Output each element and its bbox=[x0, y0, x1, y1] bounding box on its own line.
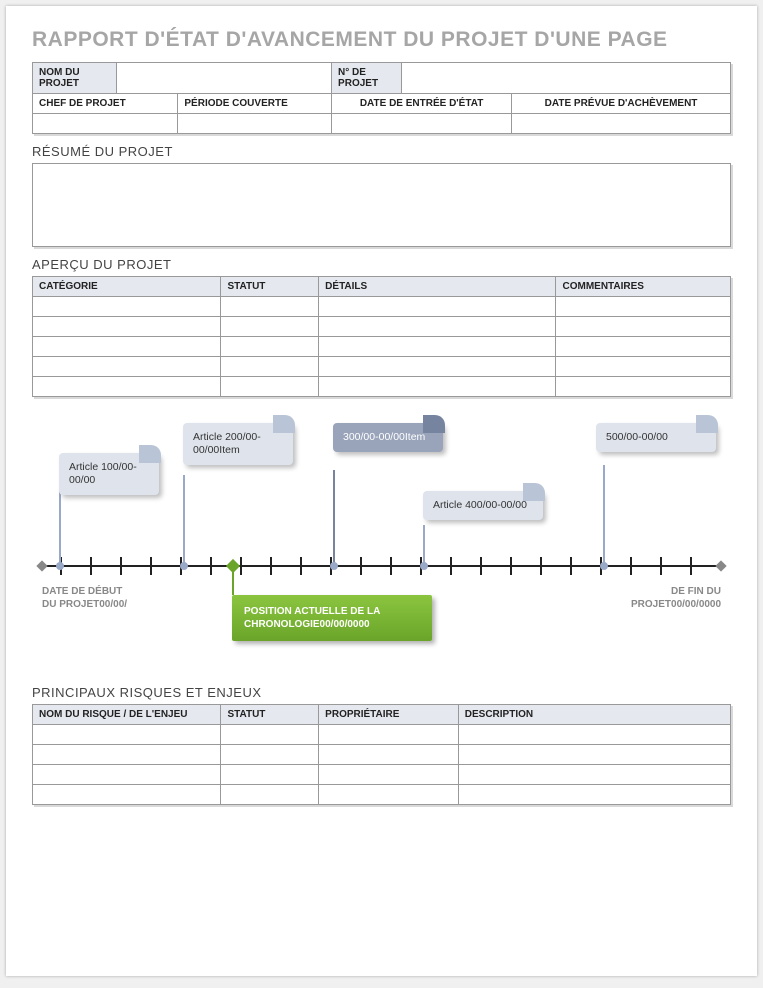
timeline-tick bbox=[240, 557, 242, 575]
overview-header-details: DÉTAILS bbox=[319, 277, 556, 297]
callout-corner-icon bbox=[139, 445, 161, 463]
project-header-table: NOM DU PROJET N° DE PROJET CHEF DE PROJE… bbox=[32, 62, 731, 134]
timeline-tick bbox=[510, 557, 512, 575]
timeline-item-label: 300/00-00/00Item bbox=[343, 431, 425, 443]
period-label: PÉRIODE COUVERTE bbox=[178, 94, 332, 114]
timeline-start-label: DATE DE DÉBUT DU PROJET00/00/ bbox=[42, 585, 132, 611]
timeline-tick bbox=[300, 557, 302, 575]
timeline-dot bbox=[420, 562, 428, 570]
table-row[interactable] bbox=[33, 317, 731, 337]
overview-header-status: STATUT bbox=[221, 277, 319, 297]
risks-header-status: STATUT bbox=[221, 705, 319, 725]
completion-date-value[interactable] bbox=[512, 114, 731, 134]
project-no-value[interactable] bbox=[401, 63, 730, 94]
page-title: RAPPORT D'ÉTAT D'AVANCEMENT DU PROJET D'… bbox=[32, 28, 731, 52]
manager-value[interactable] bbox=[33, 114, 178, 134]
overview-table: CATÉGORIE STATUT DÉTAILS COMMENTAIRES bbox=[32, 276, 731, 397]
timeline-stem bbox=[59, 490, 61, 565]
timeline-tick bbox=[540, 557, 542, 575]
overview-title: APERÇU DU PROJET bbox=[32, 257, 731, 272]
timeline-dot bbox=[330, 562, 338, 570]
timeline-item: Article 400/00-00/00 bbox=[423, 491, 543, 520]
document-page: RAPPORT D'ÉTAT D'AVANCEMENT DU PROJET D'… bbox=[6, 6, 757, 976]
timeline-position-callout: POSITION ACTUELLE DE LA CHRONOLOGIE00/00… bbox=[232, 595, 432, 641]
timeline-tick bbox=[90, 557, 92, 575]
table-row[interactable] bbox=[33, 765, 731, 785]
risks-header-owner: PROPRIÉTAIRE bbox=[319, 705, 459, 725]
table-row[interactable] bbox=[33, 785, 731, 805]
callout-corner-icon bbox=[523, 483, 545, 501]
project-name-value[interactable] bbox=[116, 63, 331, 94]
timeline-item-label: 500/00-00/00 bbox=[606, 431, 668, 443]
risks-table: NOM DU RISQUE / DE L'ENJEU STATUT PROPRI… bbox=[32, 704, 731, 805]
risks-header-name: NOM DU RISQUE / DE L'ENJEU bbox=[33, 705, 221, 725]
timeline-position-label: POSITION ACTUELLE DE LA CHRONOLOGIE00/00… bbox=[244, 606, 380, 630]
timeline-dot bbox=[600, 562, 608, 570]
timeline-stem bbox=[183, 475, 185, 565]
timeline-axis bbox=[42, 565, 721, 567]
timeline-item-current: 300/00-00/00Item bbox=[333, 423, 443, 452]
status-date-value[interactable] bbox=[332, 114, 512, 134]
timeline-tick bbox=[390, 557, 392, 575]
timeline-tick bbox=[480, 557, 482, 575]
summary-title: RÉSUMÉ DU PROJET bbox=[32, 144, 731, 159]
timeline-tick bbox=[360, 557, 362, 575]
timeline-item: Article 200/00-00/00Item bbox=[183, 423, 293, 465]
risks-header-description: DESCRIPTION bbox=[458, 705, 730, 725]
timeline-item-label: Article 100/00-00/00 bbox=[69, 461, 137, 486]
project-no-label: N° DE PROJET bbox=[332, 63, 402, 94]
table-row[interactable] bbox=[33, 745, 731, 765]
timeline-stem bbox=[603, 465, 605, 565]
table-row[interactable] bbox=[33, 725, 731, 745]
timeline-dot bbox=[180, 562, 188, 570]
overview-header-category: CATÉGORIE bbox=[33, 277, 221, 297]
period-value[interactable] bbox=[178, 114, 332, 134]
callout-corner-icon bbox=[423, 415, 445, 433]
timeline-tick bbox=[660, 557, 662, 575]
timeline-stem bbox=[423, 525, 425, 565]
overview-header-comments: COMMENTAIRES bbox=[556, 277, 731, 297]
timeline-item: 500/00-00/00 bbox=[596, 423, 716, 452]
completion-date-label: DATE PRÉVUE D'ACHÈVEMENT bbox=[512, 94, 731, 114]
risks-title: PRINCIPAUX RISQUES ET ENJEUX bbox=[32, 685, 731, 700]
project-name-label: NOM DU PROJET bbox=[33, 63, 117, 94]
timeline-tick bbox=[630, 557, 632, 575]
timeline-end-diamond-icon bbox=[715, 560, 726, 571]
timeline-item-label: Article 400/00-00/00 bbox=[433, 499, 527, 511]
timeline-tick bbox=[150, 557, 152, 575]
timeline: Article 100/00-00/00 Article 200/00-00/0… bbox=[32, 415, 731, 675]
summary-box[interactable] bbox=[32, 163, 731, 247]
timeline-tick bbox=[270, 557, 272, 575]
table-row[interactable] bbox=[33, 337, 731, 357]
callout-corner-icon bbox=[696, 415, 718, 433]
timeline-tick bbox=[210, 557, 212, 575]
timeline-item-label: Article 200/00-00/00Item bbox=[193, 431, 261, 456]
timeline-tick bbox=[120, 557, 122, 575]
timeline-stem bbox=[333, 470, 335, 565]
timeline-position-diamond-icon bbox=[226, 559, 240, 573]
status-date-label: DATE DE ENTRÉE D'ÉTAT bbox=[332, 94, 512, 114]
callout-corner-icon bbox=[273, 415, 295, 433]
timeline-start-diamond-icon bbox=[36, 560, 47, 571]
timeline-tick bbox=[570, 557, 572, 575]
timeline-end-label: DE FIN DU PROJET00/00/0000 bbox=[631, 585, 721, 611]
timeline-dot bbox=[56, 562, 64, 570]
table-row[interactable] bbox=[33, 297, 731, 317]
timeline-tick bbox=[690, 557, 692, 575]
manager-label: CHEF DE PROJET bbox=[33, 94, 178, 114]
table-row[interactable] bbox=[33, 357, 731, 377]
timeline-tick bbox=[450, 557, 452, 575]
timeline-item: Article 100/00-00/00 bbox=[59, 453, 159, 495]
table-row[interactable] bbox=[33, 377, 731, 397]
